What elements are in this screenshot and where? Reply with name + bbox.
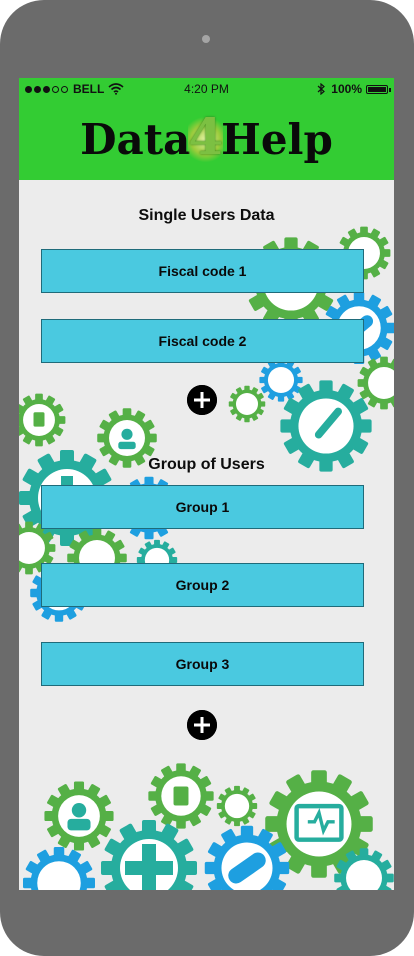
fiscal-code-1-button[interactable]: Fiscal code 1 <box>41 249 364 293</box>
group-2-button[interactable]: Group 2 <box>41 563 364 607</box>
add-single-user-button[interactable] <box>187 385 217 415</box>
plus-circle-icon <box>187 710 217 740</box>
app-screen: BELL 4:20 PM 100% Data4Help Single Users… <box>19 78 394 890</box>
add-group-button[interactable] <box>187 710 217 740</box>
main-content: Single Users Data Fiscal code 1 Fiscal c… <box>19 78 394 890</box>
camera-dot <box>202 35 210 43</box>
group-users-title: Group of Users <box>148 456 265 473</box>
group-1-button[interactable]: Group 1 <box>41 485 364 529</box>
phone-frame: BELL 4:20 PM 100% Data4Help Single Users… <box>0 0 414 956</box>
fiscal-code-2-button[interactable]: Fiscal code 2 <box>41 319 364 363</box>
single-users-title: Single Users Data <box>138 207 275 224</box>
plus-circle-icon <box>187 385 217 415</box>
group-3-button[interactable]: Group 3 <box>41 642 364 686</box>
